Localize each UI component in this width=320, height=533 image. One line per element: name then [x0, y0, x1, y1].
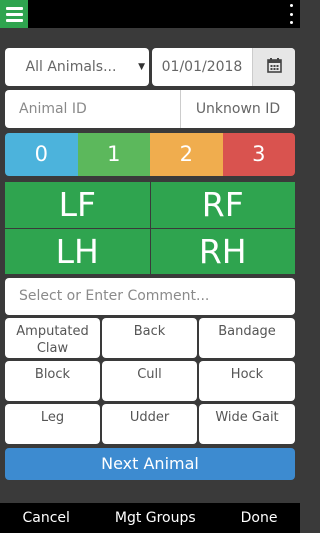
calendar-button[interactable]	[252, 48, 295, 86]
done-button[interactable]: Done	[241, 510, 278, 526]
unknown-id-button[interactable]: Unknown ID	[181, 90, 295, 128]
hamburger-menu-icon[interactable]	[0, 0, 28, 28]
score-2-button[interactable]: 2	[150, 133, 223, 176]
bottom-nav: Cancel Mgt Groups Done	[0, 503, 300, 533]
next-animal-button[interactable]: Next Animal	[5, 448, 295, 480]
animal-id-row: Unknown ID	[5, 90, 295, 128]
animal-group-value: All Animals...	[25, 59, 117, 75]
animal-group-select[interactable]: All Animals... ▼	[5, 48, 149, 86]
score-1-button[interactable]: 1	[77, 133, 150, 176]
comment-options-grid: Amputated Claw Back Bandage Block Cull H…	[5, 318, 295, 445]
date-picker[interactable]: 01/01/2018	[152, 48, 295, 86]
comment-option-button[interactable]: Wide Gait	[199, 404, 295, 444]
comment-option-button[interactable]: Bandage	[199, 318, 295, 358]
comment-input[interactable]: Select or Enter Comment...	[5, 278, 295, 315]
comment-option-button[interactable]: Hock	[199, 361, 295, 401]
comment-option-button[interactable]: Back	[102, 318, 197, 358]
date-value: 01/01/2018	[161, 59, 243, 75]
mgt-groups-button[interactable]: Mgt Groups	[115, 510, 196, 526]
comment-placeholder: Select or Enter Comment...	[19, 288, 210, 304]
comment-option-button[interactable]: Amputated Claw	[5, 318, 100, 358]
leg-rh-button[interactable]: RH	[150, 228, 295, 274]
leg-rf-button[interactable]: RF	[150, 182, 295, 228]
score-0-button[interactable]: 0	[5, 133, 78, 176]
leg-lh-button[interactable]: LH	[5, 228, 150, 274]
vertical-ellipsis-icon[interactable]	[288, 4, 294, 24]
caret-down-icon: ▼	[138, 62, 145, 72]
calendar-icon	[267, 58, 282, 73]
top-bar	[0, 0, 300, 28]
animal-id-input[interactable]	[5, 90, 180, 128]
comment-option-button[interactable]: Leg	[5, 404, 100, 444]
leg-lf-button[interactable]: LF	[5, 182, 150, 228]
leg-selector: LF RF LH RH	[5, 182, 295, 274]
comment-option-button[interactable]: Udder	[102, 404, 197, 444]
cancel-button[interactable]: Cancel	[22, 510, 69, 526]
score-selector: 0 1 2 3	[5, 133, 295, 176]
score-3-button[interactable]: 3	[222, 133, 295, 176]
comment-option-button[interactable]: Cull	[102, 361, 197, 401]
comment-option-button[interactable]: Block	[5, 361, 100, 401]
